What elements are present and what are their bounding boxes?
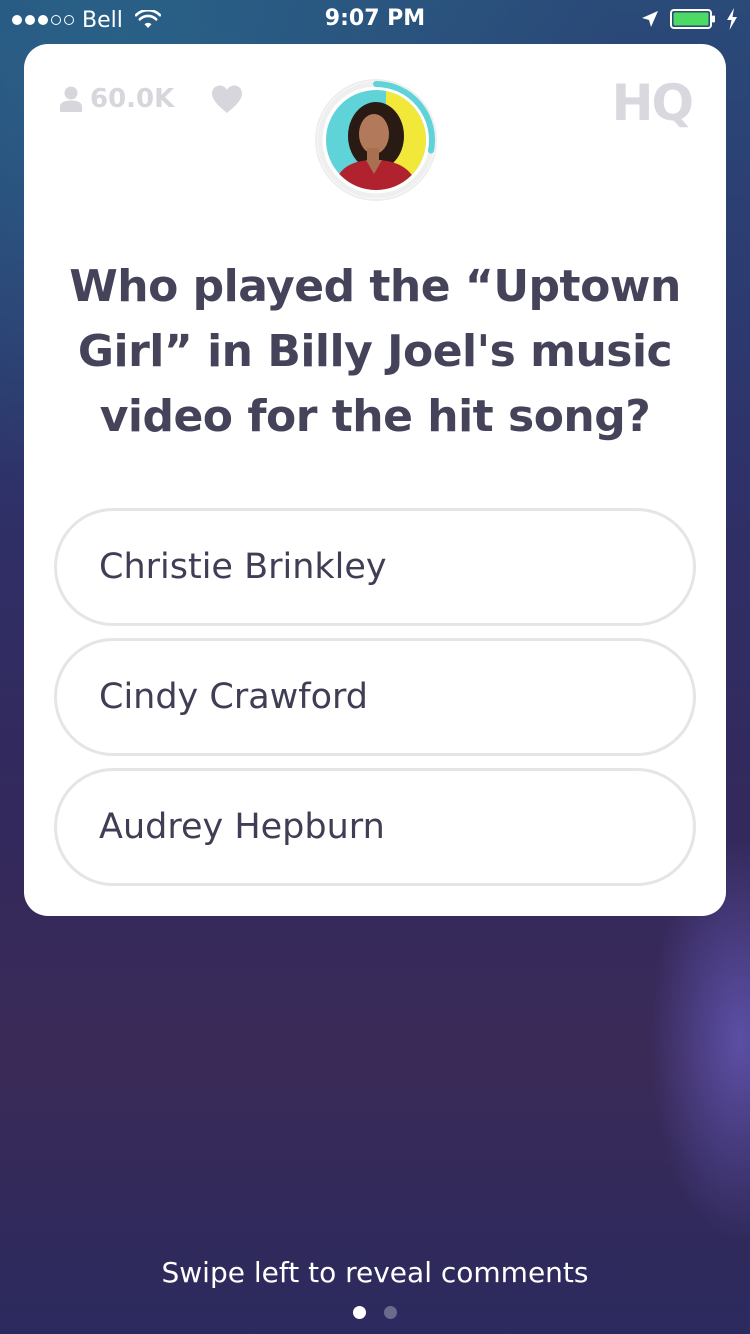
heart-icon[interactable] bbox=[210, 84, 244, 114]
answer-option-1[interactable]: Christie Brinkley bbox=[54, 508, 696, 626]
hq-logo: HQ bbox=[611, 74, 694, 132]
viewer-counter: 60.0K bbox=[60, 84, 174, 114]
question-card: 60.0K HQ Who played the “Uptown Girl” in… bbox=[24, 44, 726, 916]
status-bar: Bell 9:07 PM bbox=[0, 0, 750, 40]
status-time: 9:07 PM bbox=[324, 6, 426, 31]
page-indicator[interactable] bbox=[0, 1306, 750, 1319]
swipe-hint: Swipe left to reveal comments bbox=[161, 1256, 589, 1289]
viewer-count: 60.0K bbox=[90, 84, 175, 114]
person-icon bbox=[60, 86, 82, 112]
page-dot-2[interactable] bbox=[384, 1306, 397, 1319]
answer-list: Christie Brinkley Cindy Crawford Audrey … bbox=[54, 508, 696, 898]
status-right bbox=[640, 8, 738, 30]
answer-option-2[interactable]: Cindy Crawford bbox=[54, 638, 696, 756]
page-dot-1[interactable] bbox=[353, 1306, 366, 1319]
answer-option-3[interactable]: Audrey Hepburn bbox=[54, 768, 696, 886]
battery-icon bbox=[670, 9, 715, 29]
question-text: Who played the “Uptown Girl” in Billy Jo… bbox=[69, 261, 681, 442]
location-icon bbox=[642, 11, 658, 27]
charging-icon bbox=[727, 8, 737, 30]
host-avatar bbox=[315, 79, 437, 201]
